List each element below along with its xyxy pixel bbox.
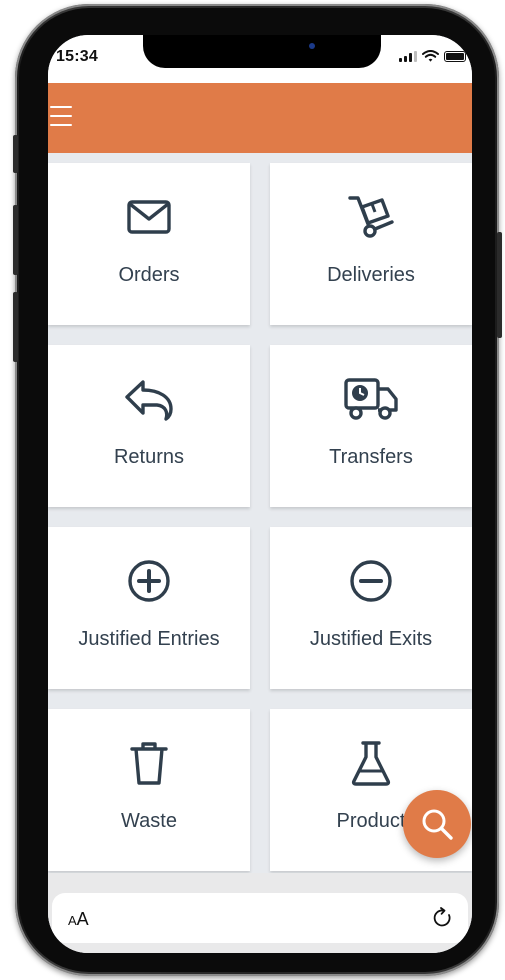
signal-icon <box>399 51 417 62</box>
phone-screen: 15:34 Orders Deliveries Returns Transfer… <box>48 35 472 953</box>
wifi-icon <box>422 50 439 62</box>
tile-label: Justified Exits <box>309 628 433 650</box>
side-button-volume-up <box>13 205 18 275</box>
status-bar: 15:34 <box>48 35 472 83</box>
tile-label: Transfers <box>329 446 413 468</box>
tile-justified-entries[interactable]: Justified Entries <box>48 527 250 689</box>
tile-label: Orders <box>118 264 180 286</box>
search-icon <box>422 809 453 840</box>
envelope-icon <box>126 197 172 237</box>
notch <box>143 35 381 68</box>
tile-deliveries[interactable]: Deliveries <box>270 163 472 325</box>
tile-label: Returns <box>113 446 185 468</box>
tile-label: Justified Entries <box>78 628 220 650</box>
app-header <box>48 83 472 153</box>
tile-transfers[interactable]: Transfers <box>270 345 472 507</box>
side-button-power <box>497 232 502 338</box>
tile-returns[interactable]: Returns <box>48 345 250 507</box>
reload-icon[interactable] <box>432 907 454 929</box>
text-size-button[interactable]: AA <box>68 909 89 930</box>
side-button-volume-down <box>13 292 18 362</box>
minus-circle-icon <box>349 560 393 602</box>
tile-label: Product <box>336 810 406 832</box>
hand-truck-icon <box>346 196 396 238</box>
address-bar[interactable]: AA <box>52 893 468 943</box>
tile-label: Waste <box>121 810 177 832</box>
tile-waste[interactable]: Waste <box>48 709 250 871</box>
tile-justified-exits[interactable]: Justified Exits <box>270 527 472 689</box>
tile-orders[interactable]: Orders <box>48 163 250 325</box>
battery-icon <box>444 51 466 62</box>
text-size-small-label: A <box>68 913 77 928</box>
side-button-silent <box>13 135 18 173</box>
status-time: 15:34 <box>56 48 98 65</box>
module-grid: Orders Deliveries Returns Transfers Just <box>48 153 472 903</box>
text-size-large-label: A <box>76 909 89 929</box>
browser-toolbar: AA <box>48 873 472 953</box>
hamburger-menu-icon[interactable] <box>50 104 72 128</box>
delivery-truck-clock-icon <box>343 378 399 420</box>
status-icons <box>399 50 466 62</box>
tile-label: Deliveries <box>327 264 415 286</box>
plus-circle-icon <box>127 560 171 602</box>
camera-dot <box>309 43 315 49</box>
flask-icon <box>350 741 392 786</box>
trash-icon <box>129 742 169 785</box>
undo-arrow-icon <box>123 379 175 421</box>
search-fab[interactable] <box>403 790 471 858</box>
